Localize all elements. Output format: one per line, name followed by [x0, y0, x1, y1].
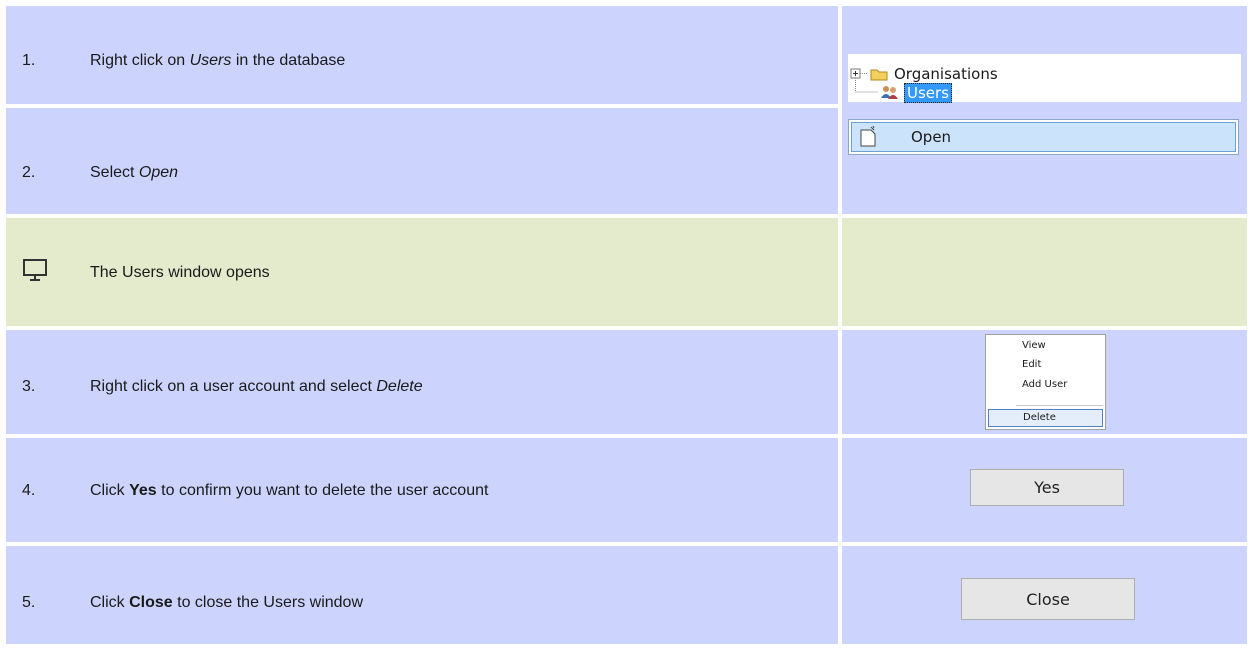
step-text-post: in the database	[231, 52, 346, 69]
step-text-pre: Right click on a user account and select	[90, 378, 377, 395]
step-number: 3.	[22, 378, 36, 395]
open-menu-item[interactable]: Open	[848, 119, 1239, 155]
users-group-icon	[881, 86, 898, 99]
step-text-pre: Select	[90, 164, 139, 181]
yes-button[interactable]: Yes	[970, 469, 1124, 506]
step-1-row: 1. Right click on Users in the database	[6, 6, 838, 104]
context-menu-view[interactable]: View	[1022, 340, 1046, 351]
close-button[interactable]: Close	[961, 578, 1135, 620]
context-menu-delete[interactable]: Delete	[988, 409, 1103, 427]
tree-item-users[interactable]: Users	[904, 83, 953, 103]
context-menu-edit[interactable]: Edit	[1022, 359, 1041, 370]
step-text: Right click on a user account and select…	[90, 378, 423, 396]
context-menu-add-user[interactable]: Add User	[1022, 379, 1067, 390]
step-text-pre: Right click on	[90, 52, 190, 69]
folder-icon	[870, 69, 888, 81]
result-text: The Users window opens	[90, 264, 270, 281]
step-1-2-image-cell	[842, 6, 1247, 214]
step-3-row: 3. Right click on a user account and sel…	[6, 330, 838, 434]
step-2-row: 2. Select Open	[6, 108, 838, 214]
context-menu: View Edit Add User Delete	[985, 334, 1106, 430]
open-document-icon	[860, 126, 876, 147]
step-text-pre: Click	[90, 594, 130, 611]
step-number: 1.	[22, 52, 36, 69]
step-text: Select Open	[90, 164, 178, 182]
step-4-row: 4. Click Yes to confirm you want to dele…	[6, 438, 838, 542]
step-text-post: to confirm you want to delete the user a…	[156, 482, 489, 499]
menu-highlight	[851, 122, 1236, 152]
step-number: 2.	[22, 164, 36, 181]
step-text-em: Users	[189, 52, 232, 69]
step-text: Right click on Users in the database	[90, 52, 345, 70]
step-text-post: to close the Users window	[172, 594, 363, 611]
step-text-pre: Click	[90, 482, 130, 499]
step-text-strong: Yes	[129, 482, 157, 499]
tree-item-organisations[interactable]: Organisations	[894, 65, 998, 83]
result-row: The Users window opens	[6, 218, 838, 326]
step-text-em: Delete	[376, 378, 423, 395]
open-menu-label: Open	[911, 128, 952, 146]
context-menu-delete-label: Delete	[1023, 412, 1056, 423]
menu-separator	[1016, 405, 1103, 406]
step-5-row: 5. Click Close to close the Users window	[6, 546, 838, 644]
database-tree: Organisations Users	[848, 54, 1241, 103]
step-text-em: Open	[138, 164, 179, 181]
monitor-icon	[23, 259, 47, 281]
step-number: 4.	[22, 482, 36, 499]
step-text-strong: Close	[129, 594, 173, 611]
step-number: 5.	[22, 594, 36, 611]
step-text: Click Yes to confirm you want to delete …	[90, 482, 488, 500]
result-image-cell	[842, 218, 1247, 326]
step-text: Click Close to close the Users window	[90, 594, 363, 612]
